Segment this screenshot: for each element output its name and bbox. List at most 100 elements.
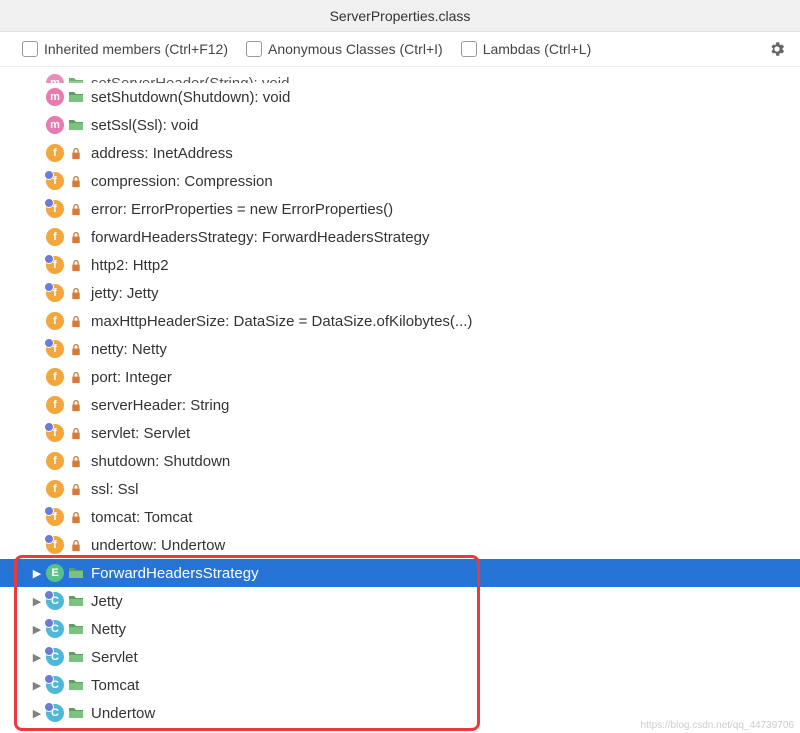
folder-icon: [69, 118, 83, 132]
folder-icon: [69, 90, 83, 104]
tree-row[interactable]: fjetty: Jetty: [0, 279, 800, 307]
anonymous-classes-label: Anonymous Classes (Ctrl+I): [268, 41, 443, 57]
field-icon: f: [46, 396, 64, 414]
lock-icon: [69, 426, 83, 440]
lock-icon: [69, 398, 83, 412]
lock-icon: [69, 454, 83, 468]
field-icon: f: [46, 536, 64, 554]
checkbox-icon: [22, 41, 38, 57]
tree-row[interactable]: ▶CNetty: [0, 615, 800, 643]
tree-row-label: jetty: Jetty: [91, 285, 159, 302]
tree-row-label: Netty: [91, 621, 126, 638]
tree-row[interactable]: f serverHeader: String: [0, 391, 800, 419]
lock-icon: [69, 174, 83, 188]
tree-row[interactable]: f compression: Compression: [0, 167, 800, 195]
tree-row[interactable]: faddress: InetAddress: [0, 139, 800, 167]
tree-row-label: shutdown: Shutdown: [91, 453, 230, 470]
field-icon: f: [46, 508, 64, 526]
enum-icon: E: [46, 564, 64, 582]
tree-row[interactable]: f maxHttpHeaderSize: DataSize = DataSize.…: [0, 307, 800, 335]
tree-row-label: port: Integer: [91, 369, 172, 386]
tree-row-label: error: ErrorProperties = new ErrorProper…: [91, 201, 393, 218]
tree-row-label: http2: Http2: [91, 257, 169, 274]
lock-icon: [69, 482, 83, 496]
lock-icon: [69, 314, 83, 328]
watermark: https://blog.csdn.net/qq_44739706: [641, 720, 794, 731]
tree-row-label: netty: Netty: [91, 341, 167, 358]
field-icon: f: [46, 172, 64, 190]
structure-tree[interactable]: m setServerHeader(String): voidmsetShutdo…: [0, 67, 800, 733]
method-icon: m: [46, 74, 64, 83]
folder-icon: [69, 566, 83, 580]
tree-row-label: ForwardHeadersStrategy: [91, 565, 259, 582]
tree-row[interactable]: f netty: Netty: [0, 335, 800, 363]
checkbox-icon: [461, 41, 477, 57]
tree-row-label: forwardHeadersStrategy: ForwardHeadersSt…: [91, 229, 429, 246]
inherited-members-checkbox[interactable]: Inherited members (Ctrl+F12): [22, 41, 228, 57]
tree-row[interactable]: ▶CTomcat: [0, 671, 800, 699]
field-icon: f: [46, 424, 64, 442]
inherited-members-label: Inherited members (Ctrl+F12): [44, 41, 228, 57]
tree-row-label: setServerHeader(String): void: [91, 75, 289, 84]
lambdas-checkbox[interactable]: Lambdas (Ctrl+L): [461, 41, 592, 57]
tree-row-label: Servlet: [91, 649, 138, 666]
field-icon: f: [46, 452, 64, 470]
tree-row[interactable]: ▶CJetty: [0, 587, 800, 615]
anonymous-classes-checkbox[interactable]: Anonymous Classes (Ctrl+I): [246, 41, 443, 57]
class-icon: C: [46, 704, 64, 722]
tree-row-label: address: InetAddress: [91, 145, 233, 162]
tree-row-label: ssl: Ssl: [91, 481, 139, 498]
tree-row[interactable]: fport: Integer: [0, 363, 800, 391]
tree-row[interactable]: f http2: Http2: [0, 251, 800, 279]
tree-row[interactable]: f shutdown: Shutdown: [0, 447, 800, 475]
tree-row[interactable]: m setServerHeader(String): void: [0, 69, 800, 83]
expand-arrow-icon[interactable]: ▶: [28, 567, 46, 580]
tree-row[interactable]: f servlet: Servlet: [0, 419, 800, 447]
field-icon: f: [46, 228, 64, 246]
tree-row-label: tomcat: Tomcat: [91, 509, 192, 526]
tree-row-label: Tomcat: [91, 677, 139, 694]
filter-toolbar: Inherited members (Ctrl+F12) Anonymous C…: [0, 32, 800, 67]
tree-row[interactable]: ▶E ForwardHeadersStrategy: [0, 559, 800, 587]
tree-row[interactable]: f forwardHeadersStrategy: ForwardHeadersS…: [0, 223, 800, 251]
lock-icon: [69, 538, 83, 552]
field-icon: f: [46, 256, 64, 274]
lock-icon: [69, 230, 83, 244]
lock-icon: [69, 258, 83, 272]
tree-row[interactable]: msetSsl(Ssl): void: [0, 111, 800, 139]
lock-icon: [69, 342, 83, 356]
tree-row[interactable]: f tomcat: Tomcat: [0, 503, 800, 531]
tree-row[interactable]: ▶CServlet: [0, 643, 800, 671]
folder-icon: [69, 650, 83, 664]
lambdas-label: Lambdas (Ctrl+L): [483, 41, 592, 57]
field-icon: f: [46, 480, 64, 498]
field-icon: f: [46, 312, 64, 330]
tree-row[interactable]: msetShutdown(Shutdown): void: [0, 83, 800, 111]
gear-icon[interactable]: [768, 40, 786, 58]
tree-row-label: Jetty: [91, 593, 123, 610]
folder-icon: [69, 678, 83, 692]
lock-icon: [69, 286, 83, 300]
class-icon: C: [46, 592, 64, 610]
tree-row[interactable]: fundertow: Undertow: [0, 531, 800, 559]
lock-icon: [69, 202, 83, 216]
window-title: ServerProperties.class: [0, 0, 800, 32]
folder-icon: [69, 594, 83, 608]
tree-row-label: compression: Compression: [91, 173, 273, 190]
lock-icon: [69, 146, 83, 160]
tree-row[interactable]: f error: ErrorProperties = new ErrorPrope…: [0, 195, 800, 223]
tree-row-label: servlet: Servlet: [91, 425, 190, 442]
class-icon: C: [46, 648, 64, 666]
tree-row-label: maxHttpHeaderSize: DataSize = DataSize.o…: [91, 313, 472, 330]
tree-row-label: Undertow: [91, 705, 155, 722]
tree-row[interactable]: f ssl: Ssl: [0, 475, 800, 503]
folder-icon: [69, 622, 83, 636]
class-icon: C: [46, 620, 64, 638]
tree-row-label: serverHeader: String: [91, 397, 229, 414]
tree-row-label: setShutdown(Shutdown): void: [91, 89, 290, 106]
lock-icon: [69, 510, 83, 524]
checkbox-icon: [246, 41, 262, 57]
field-icon: f: [46, 200, 64, 218]
field-icon: f: [46, 340, 64, 358]
folder-icon: [69, 76, 83, 83]
